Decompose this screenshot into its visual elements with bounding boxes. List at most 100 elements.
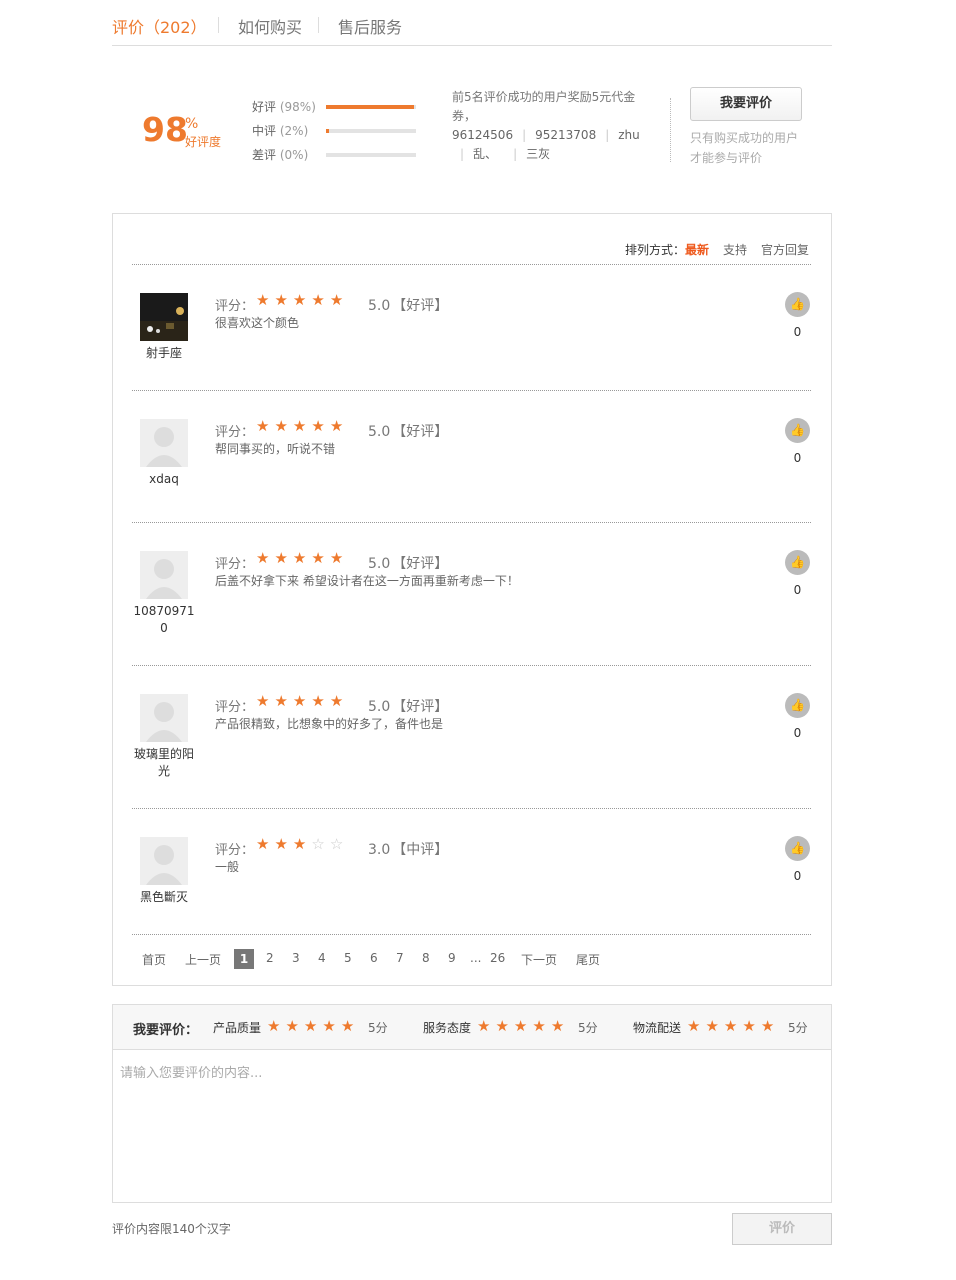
user-name: 108709710: [133, 604, 195, 635]
thumbs-up-icon[interactable]: 👍: [785, 550, 810, 575]
review-text: 帮同事买的，听说不错: [215, 442, 336, 456]
reward-user: 95213708: [535, 128, 597, 142]
star-icon[interactable]: ★: [687, 1017, 705, 1035]
tab-divider: [318, 17, 319, 33]
star-icon[interactable]: ★: [322, 1017, 340, 1035]
rate-bar-good: [326, 105, 416, 109]
thumbs-up-icon[interactable]: 👍: [785, 836, 810, 861]
thumbs-up-icon[interactable]: 👍: [785, 292, 810, 317]
default-avatar-icon[interactable]: [140, 551, 188, 599]
user-avatar[interactable]: [140, 293, 188, 341]
review-text: 后盖不好拿下来 希望设计者在这一方面再重新考虑一下！: [215, 574, 519, 588]
rate-bar-medium: [326, 129, 416, 133]
star-icon[interactable]: ★: [532, 1017, 550, 1035]
write-review-title: 我要评价：: [133, 1023, 199, 1038]
page-number[interactable]: 4: [318, 951, 326, 965]
rating-stars: ★★★★★: [256, 692, 348, 710]
star-icon[interactable]: ★: [742, 1017, 760, 1035]
score-number: 5.0: [368, 699, 391, 715]
like-count: 0: [793, 869, 802, 883]
rating-stars: ★★★★★: [256, 417, 348, 435]
star-icon: ★: [274, 835, 293, 853]
rating-stars-quality[interactable]: ★★★★★: [267, 1017, 359, 1035]
page-number[interactable]: 5: [344, 951, 352, 965]
page-number-last[interactable]: 26: [490, 951, 505, 965]
tab-reviews[interactable]: 评价（202）: [112, 14, 207, 38]
row-divider: [132, 665, 811, 666]
write-review-button[interactable]: 我要评价: [690, 87, 802, 121]
star-icon[interactable]: ★: [304, 1017, 322, 1035]
star-icon: ★: [274, 549, 293, 567]
star-icon[interactable]: ★: [761, 1017, 779, 1035]
default-avatar-icon[interactable]: [140, 837, 188, 885]
page-number[interactable]: 6: [370, 951, 378, 965]
review-text: 一般: [215, 860, 240, 874]
like-count: 0: [793, 325, 802, 339]
score-number: 3.0: [368, 842, 391, 858]
review-content-input[interactable]: [112, 1049, 832, 1203]
rate-bar-fill: [326, 129, 329, 133]
like-count: 0: [793, 726, 802, 740]
star-icon: ★: [292, 692, 312, 710]
score-label: 评分：: [215, 425, 255, 440]
star-icon: ★: [256, 549, 275, 567]
page-last[interactable]: 尾页: [576, 951, 600, 968]
tab-after-sales[interactable]: 售后服务: [338, 14, 402, 38]
star-icon[interactable]: ★: [477, 1017, 495, 1035]
page-number[interactable]: 8: [422, 951, 430, 965]
rate-label: 差评: [252, 148, 277, 162]
rate-row-medium: 中评 (2%): [252, 122, 308, 139]
star-icon[interactable]: ★: [495, 1017, 513, 1035]
star-icon: ★: [256, 835, 275, 853]
star-icon[interactable]: ★: [705, 1017, 723, 1035]
reward-notice: 前5名评价成功的用户奖励5元代金券， 96124506 | 95213708 | zhu…: [452, 88, 657, 164]
thumbs-up-icon[interactable]: 👍: [785, 693, 810, 718]
page-number[interactable]: 9: [448, 951, 456, 965]
sort-label: 排列方式：: [625, 243, 686, 257]
rating-category-label: 服务态度: [423, 1021, 472, 1035]
sort-option-official-reply[interactable]: 官方回复: [761, 243, 809, 257]
row-divider: [132, 934, 811, 935]
row-divider: [132, 390, 811, 391]
score-value: 5.0 【好评】: [368, 295, 448, 315]
rate-label: 好评: [252, 100, 277, 114]
page-number[interactable]: 2: [266, 951, 274, 965]
star-icon[interactable]: ★: [551, 1017, 569, 1035]
star-icon: ★: [274, 291, 293, 309]
score-value: 5.0 【好评】: [368, 696, 448, 716]
page-next[interactable]: 下一页: [521, 951, 557, 968]
tab-how-to-buy[interactable]: 如何购买: [238, 14, 302, 38]
page-first[interactable]: 首页: [142, 951, 166, 968]
page-prev[interactable]: 上一页: [185, 951, 221, 968]
star-icon[interactable]: ★: [267, 1017, 285, 1035]
rating-tag: 【好评】: [392, 699, 449, 715]
thumbs-up-icon[interactable]: 👍: [785, 418, 810, 443]
page-number[interactable]: 7: [396, 951, 404, 965]
star-icon[interactable]: ★: [285, 1017, 303, 1035]
default-avatar-icon[interactable]: [140, 419, 188, 467]
score-value: 5.0 【好评】: [368, 553, 448, 573]
star-icon[interactable]: ★: [341, 1017, 359, 1035]
rating-stars-service[interactable]: ★★★★★: [477, 1017, 569, 1035]
submit-review-button[interactable]: 评价: [732, 1213, 832, 1245]
rate-label: 中评: [252, 124, 277, 138]
rating-category-label: 物流配送: [633, 1021, 682, 1035]
write-review-header: 我要评价： 产品质量 ★★★★★ 5分 服务态度 ★★★★★ 5分 物流配送 ★…: [112, 1004, 832, 1050]
star-icon[interactable]: ★: [514, 1017, 532, 1035]
hint-line: 才能参与评价: [690, 151, 763, 165]
rating-stars-delivery[interactable]: ★★★★★: [687, 1017, 779, 1035]
page-number[interactable]: 3: [292, 951, 300, 965]
review-text: 很喜欢这个颜色: [215, 316, 300, 330]
star-icon: ★: [274, 692, 293, 710]
score-value: 5.0 【好评】: [368, 421, 448, 441]
sort-option-support[interactable]: 支持: [723, 243, 747, 257]
row-divider: [132, 808, 811, 809]
page-number-current[interactable]: 1: [234, 949, 254, 969]
positive-rate-value: 98: [142, 110, 188, 149]
rating-value: 5分: [578, 1021, 598, 1035]
review-text: 产品很精致，比想象中的好多了，备件也是: [215, 717, 444, 731]
reward-user: zhu: [618, 128, 640, 142]
sort-option-latest[interactable]: 最新: [685, 243, 709, 257]
default-avatar-icon[interactable]: [140, 694, 188, 742]
star-icon[interactable]: ★: [724, 1017, 742, 1035]
